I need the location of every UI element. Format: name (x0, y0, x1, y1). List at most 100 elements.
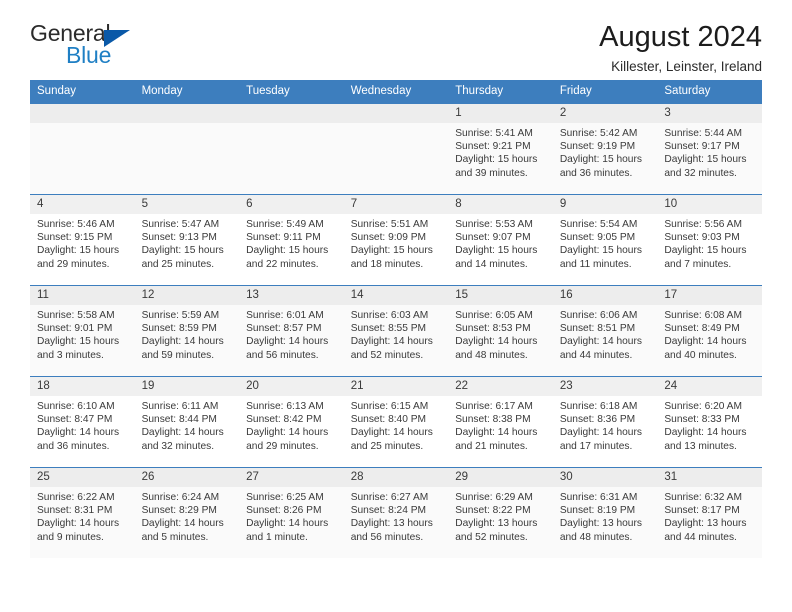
day-cell-inner: 1 Sunrise: 5:41 AM Sunset: 9:21 PM Daylight… (448, 104, 553, 194)
calendar-day-cell[interactable]: 22 Sunrise: 6:17 AM Sunset: 8:38 PM Dayligh… (448, 376, 553, 468)
calendar-day-cell[interactable]: 11 Sunrise: 5:58 AM Sunset: 9:01 PM Dayligh… (30, 285, 135, 377)
calendar-day-cell[interactable]: 12 Sunrise: 5:59 AM Sunset: 8:59 PM Dayligh… (134, 285, 240, 377)
day-cell-inner: 6 Sunrise: 5:49 AM Sunset: 9:11 PM Daylight… (239, 195, 344, 285)
daylight-text-line2: and 9 minutes. (37, 531, 104, 543)
daylight-text-line2: and 52 minutes. (350, 349, 424, 361)
daylight-text-line1: Daylight: 14 hours (350, 336, 433, 348)
day-cell-inner (343, 104, 449, 194)
sunrise-text: Sunrise: 5:51 AM (350, 219, 429, 230)
daylight-text-line1: Daylight: 13 hours (350, 518, 433, 530)
daylight-text-line1: Daylight: 13 hours (664, 518, 747, 530)
calendar-day-cell[interactable]: 1 Sunrise: 5:41 AM Sunset: 9:21 PM Daylight… (448, 103, 553, 195)
day-number: 27 (239, 468, 344, 487)
sunset-text: Sunset: 8:55 PM (350, 323, 427, 335)
day-details: Sunrise: 5:44 AM Sunset: 9:17 PM Daylight:… (657, 123, 762, 180)
day-number: 30 (552, 468, 658, 487)
day-details: Sunrise: 5:59 AM Sunset: 8:59 PM Daylight:… (135, 305, 240, 362)
sunrise-text: Sunrise: 5:42 AM (559, 128, 638, 139)
day-number (343, 104, 449, 123)
calendar-day-cell[interactable]: 14 Sunrise: 6:03 AM Sunset: 8:55 PM Dayligh… (343, 285, 449, 377)
day-cell-inner: 18 Sunrise: 6:10 AM Sunset: 8:47 PM Dayligh… (30, 377, 135, 467)
day-cell-inner: 24 Sunrise: 6:20 AM Sunset: 8:33 PM Dayligh… (657, 377, 762, 467)
sunset-text: Sunset: 9:15 PM (37, 232, 113, 244)
calendar-day-cell[interactable]: 27 Sunrise: 6:25 AM Sunset: 8:26 PM Dayligh… (239, 467, 344, 558)
sunset-text: Sunset: 8:29 PM (141, 505, 217, 517)
calendar-day-cell[interactable]: 31 Sunrise: 6:32 AM Sunset: 8:17 PM Dayligh… (657, 467, 762, 558)
calendar-day-cell[interactable]: 3 Sunrise: 5:44 AM Sunset: 9:17 PM Daylight… (657, 103, 762, 195)
sunrise-text: Sunrise: 6:01 AM (246, 310, 324, 321)
calendar-day-cell[interactable]: 28 Sunrise: 6:27 AM Sunset: 8:24 PM Dayligh… (343, 467, 449, 558)
sunrise-text: Sunrise: 6:27 AM (350, 492, 429, 503)
sunset-text: Sunset: 8:22 PM (455, 505, 531, 517)
sunrise-text: Sunrise: 5:44 AM (664, 128, 742, 139)
calendar-day-cell[interactable]: 24 Sunrise: 6:20 AM Sunset: 8:33 PM Dayligh… (657, 376, 762, 468)
calendar-day-cell[interactable]: 19 Sunrise: 6:11 AM Sunset: 8:44 PM Dayligh… (134, 376, 240, 468)
calendar-page: General Blue August 2024 Killester, Lein… (0, 0, 792, 612)
daylight-text-line1: Daylight: 13 hours (559, 518, 642, 530)
calendar-day-cell[interactable]: 30 Sunrise: 6:31 AM Sunset: 8:19 PM Dayligh… (552, 467, 658, 558)
sunrise-text: Sunrise: 6:29 AM (455, 492, 533, 503)
sunrise-text: Sunrise: 5:47 AM (141, 219, 220, 230)
day-number: 9 (552, 195, 658, 214)
day-details: Sunrise: 5:56 AM Sunset: 9:03 PM Daylight:… (657, 214, 762, 271)
calendar-day-cell[interactable]: 8 Sunrise: 5:53 AM Sunset: 9:07 PM Daylight… (448, 194, 553, 286)
day-details: Sunrise: 6:27 AM Sunset: 8:24 PM Daylight:… (344, 487, 449, 544)
daylight-text-line2: and 7 minutes. (664, 258, 732, 270)
calendar-day-cell[interactable]: 17 Sunrise: 6:08 AM Sunset: 8:49 PM Dayligh… (657, 285, 762, 377)
day-cell-inner: 27 Sunrise: 6:25 AM Sunset: 8:26 PM Dayligh… (239, 468, 344, 558)
day-details: Sunrise: 6:31 AM Sunset: 8:19 PM Daylight:… (553, 487, 658, 544)
day-number: 25 (30, 468, 135, 487)
sunset-text: Sunset: 8:49 PM (664, 323, 740, 335)
day-details: Sunrise: 6:32 AM Sunset: 8:17 PM Daylight:… (657, 487, 762, 544)
calendar-day-cell[interactable]: 15 Sunrise: 6:05 AM Sunset: 8:53 PM Dayligh… (448, 285, 553, 377)
calendar-day-cell[interactable]: 29 Sunrise: 6:29 AM Sunset: 8:22 PM Dayligh… (448, 467, 553, 558)
weekday-header-row: Sunday Monday Tuesday Wednesday Thursday… (30, 80, 762, 104)
calendar-day-cell[interactable]: 16 Sunrise: 6:06 AM Sunset: 8:51 PM Dayligh… (552, 285, 658, 377)
day-details: Sunrise: 5:46 AM Sunset: 9:15 PM Daylight:… (30, 214, 135, 271)
calendar-day-cell[interactable]: 23 Sunrise: 6:18 AM Sunset: 8:36 PM Dayligh… (552, 376, 658, 468)
day-details: Sunrise: 6:01 AM Sunset: 8:57 PM Daylight:… (239, 305, 344, 362)
daylight-text-line1: Daylight: 14 hours (664, 336, 747, 348)
daylight-text-line1: Daylight: 14 hours (246, 427, 329, 439)
sunset-text: Sunset: 8:57 PM (246, 323, 322, 335)
day-number: 20 (239, 377, 344, 396)
daylight-text-line2: and 32 minutes. (664, 167, 737, 179)
calendar-day-cell[interactable]: 13 Sunrise: 6:01 AM Sunset: 8:57 PM Dayligh… (239, 285, 344, 377)
day-number: 17 (657, 286, 762, 305)
sunrise-text: Sunrise: 6:32 AM (664, 492, 742, 503)
weekday-header-friday: Friday (552, 80, 658, 104)
day-number: 16 (552, 286, 658, 305)
daylight-text-line1: Daylight: 14 hours (455, 336, 538, 348)
day-cell-inner: 17 Sunrise: 6:08 AM Sunset: 8:49 PM Dayligh… (657, 286, 762, 376)
sunrise-text: Sunrise: 6:10 AM (37, 401, 115, 412)
calendar-day-cell[interactable]: 7 Sunrise: 5:51 AM Sunset: 9:09 PM Daylight… (343, 194, 449, 286)
calendar-day-cell[interactable]: 9 Sunrise: 5:54 AM Sunset: 9:05 PM Daylight… (552, 194, 658, 286)
daylight-text-line2: and 32 minutes. (141, 440, 215, 452)
calendar-week-row: 18 Sunrise: 6:10 AM Sunset: 8:47 PM Dayligh… (30, 376, 762, 468)
sunrise-text: Sunrise: 6:08 AM (664, 310, 742, 321)
day-details: Sunrise: 6:10 AM Sunset: 8:47 PM Daylight:… (30, 396, 135, 453)
day-number: 13 (239, 286, 344, 305)
calendar-day-cell[interactable]: 25 Sunrise: 6:22 AM Sunset: 8:31 PM Dayligh… (30, 467, 135, 558)
page-title: August 2024 (599, 21, 762, 53)
day-cell-inner: 28 Sunrise: 6:27 AM Sunset: 8:24 PM Dayligh… (343, 468, 449, 558)
calendar-day-cell[interactable]: 20 Sunrise: 6:13 AM Sunset: 8:42 PM Dayligh… (239, 376, 344, 468)
daylight-text-line1: Daylight: 15 hours (455, 245, 538, 257)
calendar-day-cell[interactable]: 21 Sunrise: 6:15 AM Sunset: 8:40 PM Dayligh… (343, 376, 449, 468)
calendar-day-cell[interactable]: 10 Sunrise: 5:56 AM Sunset: 9:03 PM Dayligh… (657, 194, 762, 286)
general-blue-logo[interactable]: General Blue (30, 22, 150, 74)
daylight-text-line1: Daylight: 15 hours (664, 154, 747, 166)
daylight-text-line2: and 11 minutes. (559, 258, 632, 270)
calendar-day-cell[interactable]: 4 Sunrise: 5:46 AM Sunset: 9:15 PM Daylight… (30, 194, 135, 286)
calendar-day-cell[interactable]: 26 Sunrise: 6:24 AM Sunset: 8:29 PM Dayligh… (134, 467, 240, 558)
day-number: 24 (657, 377, 762, 396)
sunset-text: Sunset: 8:26 PM (246, 505, 322, 517)
day-cell-inner: 19 Sunrise: 6:11 AM Sunset: 8:44 PM Dayligh… (134, 377, 240, 467)
daylight-text-line2: and 48 minutes. (455, 349, 528, 361)
calendar-day-cell[interactable]: 2 Sunrise: 5:42 AM Sunset: 9:19 PM Daylight… (552, 103, 658, 195)
day-details: Sunrise: 6:20 AM Sunset: 8:33 PM Daylight:… (657, 396, 762, 453)
day-cell-inner: 5 Sunrise: 5:47 AM Sunset: 9:13 PM Daylight… (134, 195, 240, 285)
calendar-day-cell[interactable]: 5 Sunrise: 5:47 AM Sunset: 9:13 PM Daylight… (134, 194, 240, 286)
calendar-day-cell[interactable]: 18 Sunrise: 6:10 AM Sunset: 8:47 PM Dayligh… (30, 376, 135, 468)
calendar-day-cell[interactable]: 6 Sunrise: 5:49 AM Sunset: 9:11 PM Daylight… (239, 194, 344, 286)
